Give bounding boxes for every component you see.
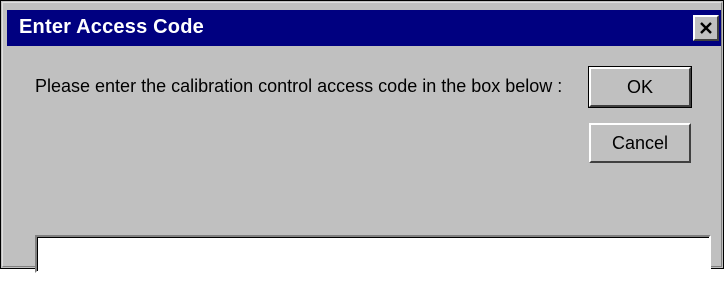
window-title: Enter Access Code — [19, 16, 204, 38]
title-bar[interactable]: Enter Access Code — [7, 10, 721, 46]
instruction-text: Please enter the calibration control acc… — [35, 76, 563, 96]
cancel-button[interactable]: Cancel — [589, 123, 691, 163]
ok-button[interactable]: OK — [588, 66, 692, 108]
access-code-dialog: Enter Access Code Please enter the calib… — [0, 0, 724, 273]
close-button[interactable] — [693, 15, 719, 41]
close-icon — [700, 22, 712, 34]
access-code-field-frame — [35, 235, 711, 273]
access-code-input[interactable] — [37, 237, 709, 271]
